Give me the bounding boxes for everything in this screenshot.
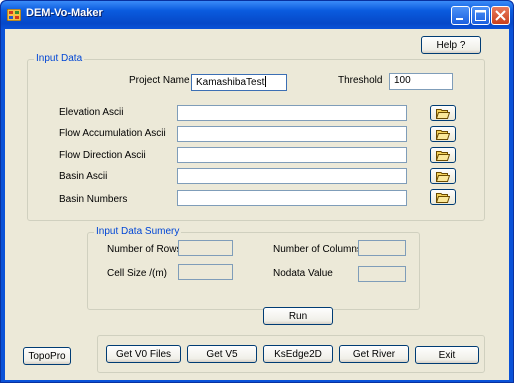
cell-size-label: Cell Size /(m) xyxy=(107,268,168,279)
text-cursor xyxy=(265,76,267,87)
cell-size-value xyxy=(178,264,233,280)
rows-value xyxy=(178,240,233,256)
project-name-input[interactable]: KamashibaTest xyxy=(191,74,287,91)
flow-direction-input[interactable] xyxy=(177,147,407,163)
folder-open-icon xyxy=(436,108,450,119)
client-area: Help ? Input Data Project Name Kamashiba… xyxy=(5,29,509,380)
title-bar[interactable]: DEM-Vo-Maker xyxy=(1,1,513,29)
flow-accumulation-label: Flow Accumulation Ascii xyxy=(59,128,166,139)
basin-ascii-label: Basin Ascii xyxy=(59,171,108,182)
basin-numbers-input[interactable] xyxy=(177,190,407,206)
help-button[interactable]: Help ? xyxy=(421,36,481,54)
columns-value xyxy=(358,240,406,256)
ksedge2d-button[interactable]: KsEdge2D xyxy=(263,345,333,363)
threshold-input[interactable]: 100 xyxy=(389,73,453,90)
input-summary-group-label: Input Data Sumery xyxy=(94,226,182,237)
project-name-value: KamashibaTest xyxy=(196,77,265,88)
basin-numbers-label: Basin Numbers xyxy=(59,194,128,205)
folder-open-icon xyxy=(436,150,450,161)
maximize-button[interactable] xyxy=(471,6,490,25)
input-data-group-label: Input Data xyxy=(34,53,85,64)
get-river-button[interactable]: Get River xyxy=(339,345,409,363)
flow-accumulation-input[interactable] xyxy=(177,126,407,142)
folder-open-icon xyxy=(436,171,450,182)
folder-open-icon xyxy=(436,129,450,140)
minimize-icon xyxy=(456,18,463,20)
get-v0-files-button[interactable]: Get V0 Files xyxy=(106,345,181,363)
basin-ascii-input[interactable] xyxy=(177,168,407,184)
close-button[interactable] xyxy=(491,6,510,25)
app-icon xyxy=(7,9,21,21)
nodata-label: Nodata Value xyxy=(273,268,333,279)
flow-direction-label: Flow Direction Ascii xyxy=(59,150,146,161)
flow-accumulation-browse-button[interactable] xyxy=(430,126,456,142)
rows-label: Number of Rows xyxy=(107,244,182,255)
nodata-value xyxy=(358,266,406,282)
threshold-label: Threshold xyxy=(338,75,383,86)
folder-open-icon xyxy=(436,192,450,203)
minimize-button[interactable] xyxy=(451,6,470,25)
elevation-label: Elevation Ascii xyxy=(59,107,124,118)
exit-button[interactable]: Exit xyxy=(415,346,479,364)
basin-numbers-browse-button[interactable] xyxy=(430,189,456,205)
topopro-button[interactable]: TopoPro xyxy=(23,347,71,365)
columns-label: Number of Columns xyxy=(273,244,362,255)
run-button[interactable]: Run xyxy=(263,307,333,325)
get-v5-button[interactable]: Get V5 xyxy=(187,345,257,363)
flow-direction-browse-button[interactable] xyxy=(430,147,456,163)
window-title: DEM-Vo-Maker xyxy=(26,7,103,19)
basin-ascii-browse-button[interactable] xyxy=(430,168,456,184)
elevation-browse-button[interactable] xyxy=(430,105,456,121)
maximize-icon xyxy=(475,10,486,21)
elevation-input[interactable] xyxy=(177,105,407,121)
project-name-label: Project Name xyxy=(129,75,190,86)
close-icon xyxy=(495,10,506,21)
app-window: DEM-Vo-Maker Help ? Input Data Project N… xyxy=(0,0,514,383)
